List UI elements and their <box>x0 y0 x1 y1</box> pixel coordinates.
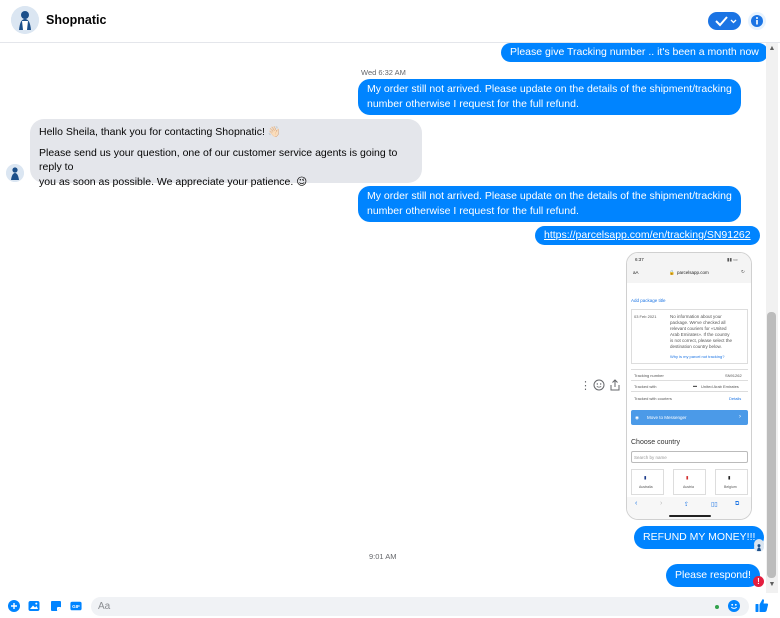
message-text: number otherwise I request for the full … <box>367 97 579 110</box>
flag-icon: ▮ <box>728 475 731 480</box>
info-text: destination country below. <box>670 344 722 349</box>
browser-url: parcelsapp.com <box>677 270 709 275</box>
plus-icon[interactable] <box>8 600 20 612</box>
tracking-link[interactable]: https://parcelsapp.com/en/tracking/SN912… <box>544 229 751 241</box>
battery-icon: ▮▮ ▭ <box>727 257 738 262</box>
image-icon[interactable] <box>28 600 40 612</box>
choose-country-heading: Choose country <box>631 439 681 446</box>
contact-avatar-small[interactable] <box>6 164 24 182</box>
divider <box>631 391 748 392</box>
country-name: Australia <box>639 485 653 489</box>
message-incoming[interactable]: Hello Sheila, thank you for contacting S… <box>30 119 422 188</box>
country-name: Austria <box>683 485 694 489</box>
chevron-right-icon: › <box>739 414 741 420</box>
info-button[interactable] <box>748 12 766 30</box>
messenger-icon: ◉ <box>635 415 639 420</box>
tracked-couriers-label: Tracked with couriers <box>634 396 672 401</box>
tracking-value: SN91262 <box>725 373 742 378</box>
country-name: Belgium <box>724 485 737 489</box>
divider <box>631 369 748 370</box>
forward-icon: › <box>660 500 663 507</box>
message-input-placeholder: Aa <box>98 601 111 612</box>
scrollbar-thumb[interactable] <box>767 312 776 578</box>
check-icon <box>715 16 728 27</box>
add-package-title: Add package title <box>631 298 666 303</box>
tabs-icon: ⧉ <box>735 501 740 507</box>
timestamp: Wed 6:32 AM <box>361 68 406 77</box>
status-dot <box>715 605 719 609</box>
emoji-icon[interactable] <box>728 600 740 612</box>
message-text: Please send us your question, one of our… <box>39 146 398 174</box>
message-text: My order still not arrived. Please updat… <box>367 83 732 95</box>
home-indicator <box>669 515 711 517</box>
messenger-label: Move to Messenger <box>647 415 687 420</box>
screenshot-image[interactable]: 6:37 ▮▮ ▭ aA 🔒 parcelsapp.com ↻ Add pack… <box>626 252 752 520</box>
info-icon <box>751 15 763 27</box>
share-icon: ⇪ <box>684 502 690 508</box>
country-card <box>631 469 664 495</box>
message-text: number otherwise I request for the full … <box>367 204 579 217</box>
scroll-down-arrow[interactable]: ▼ <box>767 580 777 590</box>
more-icon[interactable]: ⋮ <box>580 379 591 392</box>
date: 03 Feb 2021 <box>634 314 657 319</box>
back-icon: ‹ <box>635 500 638 507</box>
info-text: is not correct, please select the <box>670 338 733 343</box>
message-text: Hello Sheila, thank you for contacting S… <box>39 126 281 138</box>
chevron-down-icon <box>730 19 737 24</box>
sticker-icon[interactable] <box>50 600 62 612</box>
search-placeholder: Search by name <box>634 455 667 460</box>
link-message[interactable]: https://parcelsapp.com/en/tracking/SN912… <box>535 226 760 245</box>
info-text: relevant couriers for «United <box>670 326 727 331</box>
tracked-with-label: Tracked with <box>634 384 657 389</box>
contact-name[interactable]: Shopnatic <box>46 13 106 27</box>
svg-text:GIF: GIF <box>72 604 80 609</box>
info-text: package. We've checked all <box>670 320 726 325</box>
thumbs-up-icon[interactable] <box>755 598 769 613</box>
error-icon[interactable]: ! <box>753 576 764 587</box>
flag-icon: ▮ <box>686 475 689 480</box>
message-text: you as soon as possible. We appreciate y… <box>39 175 308 188</box>
message-text: Please respond! <box>675 569 751 581</box>
divider <box>631 380 748 381</box>
flag-icon: ▬ <box>693 383 697 388</box>
message-input[interactable] <box>91 597 749 616</box>
reload-icon: ↻ <box>741 269 745 274</box>
tracking-label: Tracking number <box>634 373 664 378</box>
message-text: REFUND MY MONEY!!! <box>643 531 756 543</box>
react-icon[interactable] <box>593 379 605 394</box>
country-card <box>715 469 748 495</box>
message-outgoing[interactable]: Please respond! <box>666 564 760 587</box>
message-text: My order still not arrived. Please updat… <box>367 190 732 202</box>
gif-icon[interactable]: GIF <box>70 600 82 612</box>
message-outgoing[interactable]: My order still not arrived. Please updat… <box>358 186 741 222</box>
country-card <box>673 469 706 495</box>
share-icon[interactable] <box>609 379 621 394</box>
flag-icon: ▮ <box>644 475 647 480</box>
contact-avatar[interactable] <box>11 6 39 34</box>
text-size-label: aA <box>633 270 639 275</box>
bookmarks-icon: ▯▯ <box>711 502 718 508</box>
info-text: Arab Emirates». If the country <box>670 332 730 337</box>
actions-dropdown-button[interactable] <box>708 12 741 30</box>
scroll-up-arrow[interactable]: ▲ <box>767 44 777 54</box>
timestamp: 9:01 AM <box>369 552 397 561</box>
tracked-with-value: United Arab Emirates <box>701 384 739 389</box>
why-link: Why is my parcel not tracking? <box>670 354 725 359</box>
message-outgoing[interactable]: Please give Tracking number .. it's been… <box>501 43 768 62</box>
conversation-header: Shopnatic <box>0 0 780 43</box>
status-time: 6:37 <box>635 257 644 262</box>
seen-avatar <box>754 539 764 552</box>
lock-icon: 🔒 <box>669 270 675 275</box>
info-text: No information about your <box>670 314 722 319</box>
message-text: Please give Tracking number .. it's been… <box>510 46 759 58</box>
details-link: Details <box>729 396 742 401</box>
message-outgoing[interactable]: My order still not arrived. Please updat… <box>358 79 741 115</box>
message-outgoing[interactable]: REFUND MY MONEY!!! <box>634 526 765 549</box>
